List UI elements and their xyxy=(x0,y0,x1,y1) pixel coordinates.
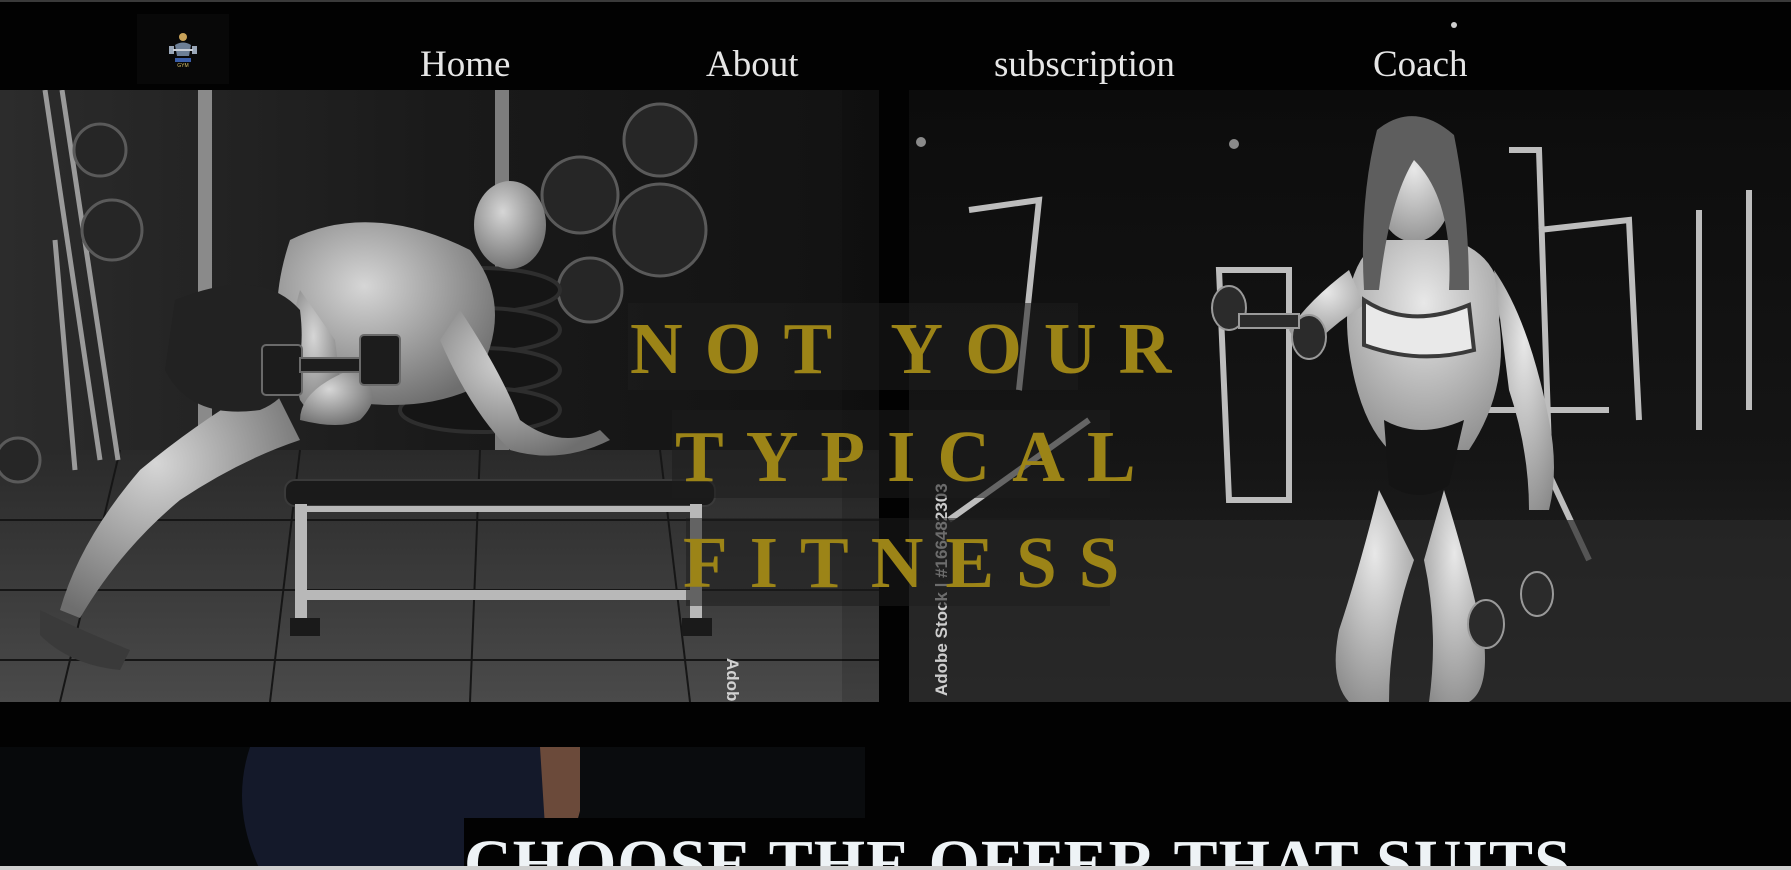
nav-coach[interactable]: Coach xyxy=(1373,46,1468,83)
gym-logo-icon: GYM xyxy=(169,33,197,69)
offers-section-title: CHOOSE THE OFFER THAT SUITS xyxy=(464,818,1791,870)
nav-about[interactable]: About xyxy=(706,46,799,83)
hero-image-woman-art xyxy=(909,90,1791,702)
watermark-left: Adobe Stock | #301048 xyxy=(722,658,742,702)
svg-text:GYM: GYM xyxy=(177,63,188,69)
tagline-line-3: FITNESS xyxy=(683,522,1142,603)
tagline-line-2: TYPICAL xyxy=(675,416,1158,497)
hero-image-man-art xyxy=(0,90,879,702)
nav-subscription[interactable]: subscription xyxy=(994,46,1175,83)
hero-image-woman: Adobe Stock | #166482303 xyxy=(909,90,1791,702)
hero-image-man: Adobe Stock | #301048 xyxy=(0,90,879,702)
bottom-scrollbar-track[interactable] xyxy=(0,866,1791,870)
logo[interactable]: GYM xyxy=(137,14,229,84)
nav-dot xyxy=(1451,22,1457,28)
offers-title-text: CHOOSE THE OFFER THAT SUITS xyxy=(464,827,1572,870)
nav-home[interactable]: Home xyxy=(420,46,510,83)
navbar: GYM Home About subscription Coach xyxy=(0,2,1791,84)
tagline-line-1: NOT YOUR xyxy=(630,308,1194,389)
